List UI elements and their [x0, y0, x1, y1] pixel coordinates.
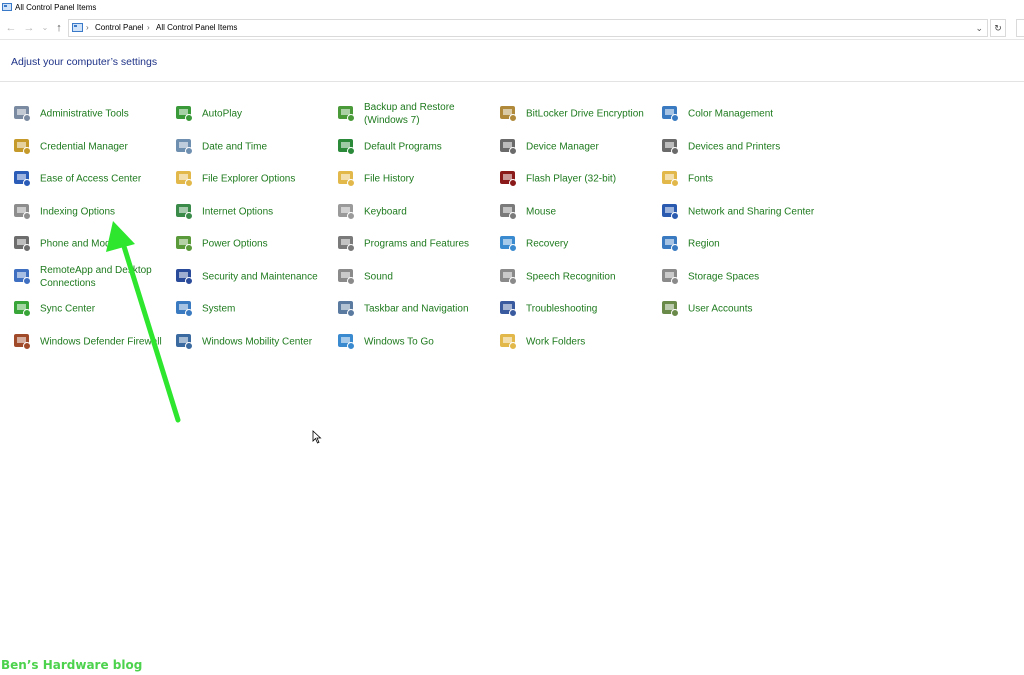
mouse-cursor-icon: [312, 430, 322, 444]
annotation-arrow: [106, 221, 181, 423]
watermark: Ben’s Hardware blog: [1, 658, 143, 672]
